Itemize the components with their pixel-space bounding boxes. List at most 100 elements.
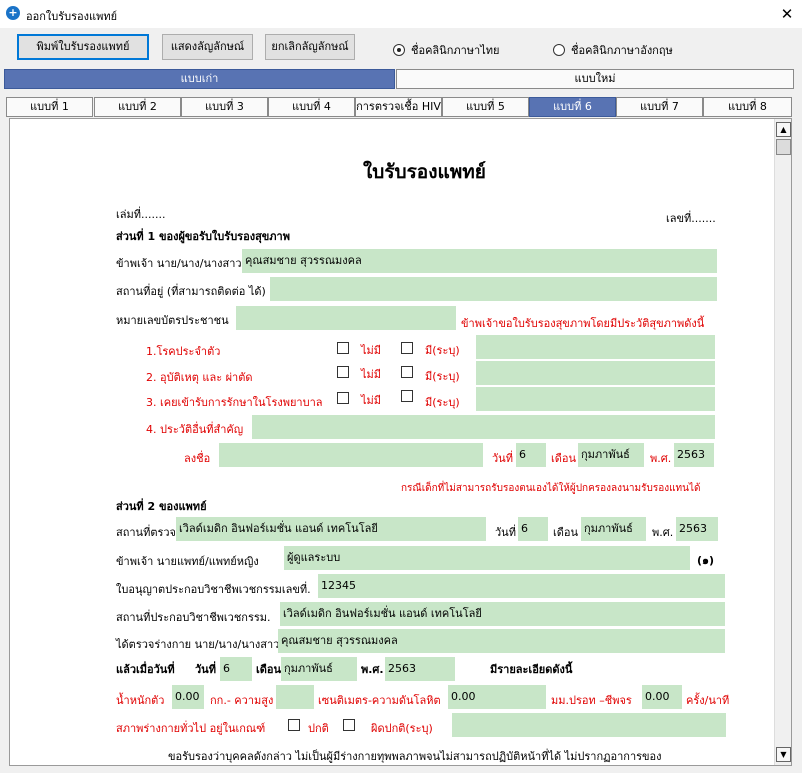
abnormal-checkbox[interactable] [343, 719, 355, 731]
kg-height-label: กก.- ความสูง [210, 694, 274, 707]
s1-month-field[interactable]: กุมภาพันธ์ [578, 443, 644, 467]
abnormal-label: ผิดปกติ(ระบุ) [371, 722, 433, 735]
signature-label: ลงชื่อ [184, 452, 211, 465]
s1-year-label: พ.ศ. [650, 452, 672, 465]
tab-form-6[interactable]: แบบที่ 6 [529, 97, 616, 117]
tab-form-7[interactable]: แบบที่ 7 [616, 97, 703, 117]
exam-year-label: พ.ศ. [361, 663, 384, 676]
s1-day-field[interactable]: 6 [516, 443, 546, 467]
license-label: ใบอนุญาตประกอบวิชาชีพเวชกรรมเลขที่. [116, 583, 311, 596]
exam-day-field[interactable]: 6 [220, 657, 252, 681]
exam-place-field[interactable]: เวิลด์เมดิก อินฟอร์เมชั่น แอนด์ เทคโนโลย… [176, 517, 486, 541]
s2-year-label: พ.ศ. [652, 526, 674, 539]
guardian-note: กรณีเด็กที่ไม่สามารถรับรองตนเองได้ให้ผู้… [401, 483, 701, 494]
name-field[interactable]: คุณสมชาย สุวรรณมงคล [242, 249, 717, 273]
other-history-field[interactable] [252, 415, 715, 439]
tab-new-form[interactable]: แบบใหม่ [396, 69, 794, 89]
examined-person-field[interactable]: คุณสมชาย สุวรรณมงคล [278, 629, 725, 653]
weight-field[interactable]: 0.00 [172, 685, 204, 709]
history-accident-yes-checkbox[interactable] [401, 366, 413, 378]
history-hospital-yes-checkbox[interactable] [401, 390, 413, 402]
tab-form-5[interactable]: แบบที่ 5 [442, 97, 529, 117]
number-label: เลขที่....... [666, 212, 716, 225]
general-condition-field[interactable] [452, 713, 726, 737]
doctor-suffix: (๑) [697, 554, 715, 567]
normal-checkbox[interactable] [288, 719, 300, 731]
book-number-label: เล่มที่....... [116, 208, 166, 221]
tab-form-2[interactable]: แบบที่ 2 [94, 97, 181, 117]
certificate-document: ใบรับรองแพทย์ เล่มที่....... เลขที่.....… [10, 119, 776, 765]
s1-month-label: เดือน [551, 452, 577, 465]
examined-person-label: ได้ตรวจร่างกาย นาย/นาง/นางสาว [116, 638, 280, 651]
blood-pressure-field[interactable]: 0.00 [448, 685, 546, 709]
document-title: ใบรับรองแพทย์ [363, 161, 486, 183]
history-chronic-yes-checkbox[interactable] [401, 342, 413, 354]
scroll-down-icon[interactable]: ▼ [776, 747, 791, 762]
doctor-label: ข้าพเจ้า นายแพทย์/แพทย์หญิง [116, 555, 259, 568]
address-label: สถานที่อยู่ (ที่สามารถติดต่อ ได้) [116, 285, 266, 298]
history-accident-label: 2. อุบัติเหตุ และ ผ่าตัด [146, 371, 253, 384]
exam-month-field[interactable]: กุมภาพันธ์ [281, 657, 357, 681]
form-tabs: แบบที่ 1 แบบที่ 2 แบบที่ 3 แบบที่ 4 การต… [6, 97, 792, 117]
signature-field[interactable] [219, 443, 483, 467]
closing-statement: ขอรับรองว่าบุคคลดังกล่าว ไม่เป็นผู้มีร่า… [168, 750, 662, 763]
s2-month-field[interactable]: กุมภาพันธ์ [581, 517, 646, 541]
radio-english-clinic-name[interactable]: ชื่อคลินิกภาษาอังกฤษ [553, 41, 673, 59]
tab-form-8[interactable]: แบบที่ 8 [703, 97, 792, 117]
license-field[interactable]: 12345 [318, 574, 725, 598]
tab-form-4[interactable]: แบบที่ 4 [268, 97, 355, 117]
name-label: ข้าพเจ้า นาย/นาง/นางสาว [116, 257, 242, 270]
certificate-document-panel: ใบรับรองแพทย์ เล่มที่....... เลขที่.....… [9, 118, 792, 766]
tab-form-1[interactable]: แบบที่ 1 [6, 97, 93, 117]
radio-thai-label: ชื่อคลินิกภาษาไทย [411, 44, 500, 57]
mode-tabs: แบบเก่า แบบใหม่ [4, 69, 794, 89]
show-symbol-button[interactable]: แสดงลัญลักษณ์ [162, 34, 253, 60]
close-icon[interactable]: ✕ [772, 0, 802, 28]
address-field[interactable] [270, 277, 717, 301]
history-accident-none-label: ไม่มี [361, 368, 382, 381]
print-certificate-button[interactable]: พิมพ์ใบรับรองแพทย์ [17, 34, 149, 60]
id-card-field[interactable] [236, 306, 456, 330]
history-hospital-yes-label: มี(ระบุ) [425, 396, 460, 409]
radio-unselected-icon[interactable] [553, 44, 565, 56]
s2-day-field[interactable]: 6 [518, 517, 548, 541]
practice-place-field[interactable]: เวิลด์เมดิก อินฟอร์เมชั่น แอนด์ เทคโนโลย… [280, 602, 725, 626]
history-accident-field[interactable] [476, 361, 715, 385]
history-hospital-field[interactable] [476, 387, 715, 411]
s2-year-field[interactable]: 2563 [676, 517, 718, 541]
tab-form-3[interactable]: แบบที่ 3 [181, 97, 268, 117]
id-card-label: หมายเลขบัตรประชาชน [116, 314, 229, 327]
request-statement: ข้าพเจ้าขอใบรับรองสุขภาพโดยมีประวัติสุขภ… [461, 317, 705, 330]
mmhg-pulse-label: มม.ปรอท –ชีพจร [551, 694, 632, 707]
pulse-field[interactable]: 0.00 [642, 685, 682, 709]
practice-place-label: สถานที่ประกอบวิชาชีพเวชกรรม. [116, 611, 271, 624]
exam-place-label: สถานที่ตรวจ [116, 526, 176, 539]
exam-year-field[interactable]: 2563 [385, 657, 455, 681]
details-label: มีรายละเอียดดังนี้ [490, 663, 573, 676]
section-1-heading: ส่วนที่ 1 ของผู้ขอรับใบรับรองสุขภาพ [116, 230, 290, 243]
exam-month-label: เดือน [256, 663, 282, 676]
history-chronic-none-checkbox[interactable] [337, 342, 349, 354]
history-hospital-none-checkbox[interactable] [337, 392, 349, 404]
other-history-label: 4. ประวัติอื่นที่สำคัญ [146, 423, 244, 436]
radio-selected-icon[interactable] [393, 44, 405, 56]
weight-label: น้ำหนักตัว [116, 694, 165, 707]
app-icon: + [6, 6, 20, 20]
history-hospital-none-label: ไม่มี [361, 394, 382, 407]
doctor-field[interactable]: ผู้ดูแลระบบ [284, 546, 690, 570]
history-chronic-none-label: ไม่มี [361, 344, 382, 357]
radio-english-label: ชื่อคลินิกภาษาอังกฤษ [571, 44, 673, 57]
history-chronic-field[interactable] [476, 335, 715, 359]
radio-thai-clinic-name[interactable]: ชื่อคลินิกภาษาไทย [393, 41, 499, 59]
cancel-symbol-button[interactable]: ยกเลิกลัญลักษณ์ [265, 34, 355, 60]
scroll-thumb[interactable] [776, 139, 791, 155]
history-hospital-label: 3. เคยเข้ารับการรักษาในโรงพยาบาล [146, 396, 323, 409]
window-title: ออกใบรับรองแพทย์ [26, 10, 118, 23]
scroll-up-icon[interactable]: ▲ [776, 122, 791, 137]
vertical-scrollbar[interactable]: ▲ ▼ [774, 119, 791, 765]
tab-old-form[interactable]: แบบเก่า [4, 69, 395, 89]
height-field[interactable] [276, 685, 314, 709]
history-accident-none-checkbox[interactable] [337, 366, 349, 378]
tab-hiv-test[interactable]: การตรวจเชื้อ HIV [355, 97, 442, 117]
s1-year-field[interactable]: 2563 [674, 443, 714, 467]
